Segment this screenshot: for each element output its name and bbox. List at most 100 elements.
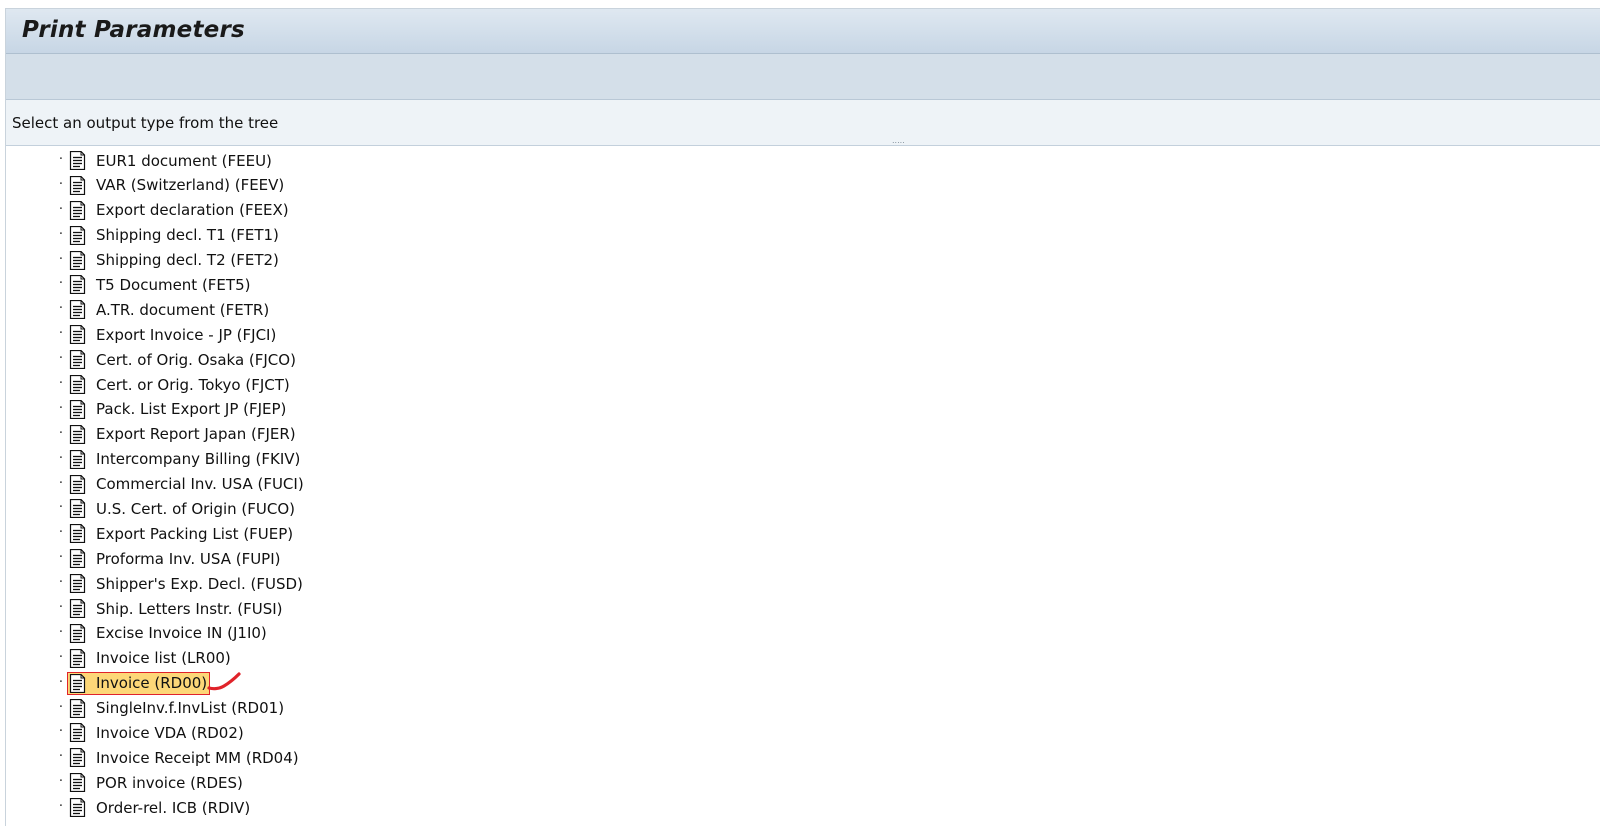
tree-row: · Export declaration (FEEX) [6, 198, 1600, 223]
document-icon [69, 449, 86, 469]
document-icon [69, 648, 86, 668]
tree-node[interactable]: T5 Document (FET5) [67, 273, 253, 296]
tree-node[interactable]: Shipper's Exp. Decl. (FUSD) [67, 572, 306, 595]
tree-node[interactable]: Export Report Japan (FJER) [67, 423, 299, 446]
tree-connector-dot: · [58, 749, 64, 765]
document-icon [69, 574, 86, 594]
tree-node-label: Intercompany Billing (FKIV) [96, 450, 301, 469]
tree-node[interactable]: Order-rel. ICB (RDIV) [67, 796, 253, 819]
tree-node[interactable]: Pack. List Export JP (FJEP) [67, 398, 289, 421]
title-bar: Print Parameters [6, 9, 1600, 54]
tree-node[interactable]: Commercial Inv. USA (FUCI) [67, 473, 307, 496]
tree-node-selected[interactable]: Invoice (RD00) [67, 671, 211, 695]
tree-node-label: Invoice Receipt MM (RD04) [96, 748, 299, 767]
tree-node-label: EUR1 document (FEEU) [96, 151, 272, 170]
tree-node-label: Export Packing List (FUEP) [96, 524, 294, 543]
tree-row: · U.S. Cert. of Origin (FUCO) [6, 496, 1600, 521]
tree-connector-dot: · [58, 201, 64, 217]
tree-connector-dot: · [58, 176, 64, 192]
tree-connector-dot: · [58, 600, 64, 616]
document-icon [69, 175, 86, 195]
tree-connector-dot: · [58, 351, 64, 367]
document-icon [69, 474, 86, 494]
tree-node[interactable]: Invoice Receipt MM (RD04) [67, 746, 302, 769]
tree-node[interactable]: Cert. or Orig. Tokyo (FJCT) [67, 373, 293, 396]
tree-connector-dot: · [58, 251, 64, 267]
tree-node-label: Shipping decl. T1 (FET1) [96, 226, 279, 245]
application-toolbar [6, 54, 1600, 100]
tree-connector-dot: · [58, 376, 64, 392]
tree-node[interactable]: A.TR. document (FETR) [67, 298, 272, 321]
tree-node-label: Pack. List Export JP (FJEP) [96, 400, 287, 419]
tree-node-label: Cert. or Orig. Tokyo (FJCT) [96, 375, 290, 394]
tree-row: · SingleInv.f.InvList (RD01) [6, 696, 1600, 721]
tree-node-label: SingleInv.f.InvList (RD01) [96, 699, 285, 718]
print-parameters-window: Print Parameters Select an output type f… [5, 8, 1600, 826]
tree-row: · POR invoice (RDES) [6, 770, 1600, 795]
tree-node[interactable]: Invoice VDA (RD02) [67, 721, 247, 744]
tree-node[interactable]: Invoice list (LR00) [67, 647, 234, 670]
tree-node[interactable]: Ship. Letters Instr. (FUSI) [67, 597, 286, 620]
tree-node[interactable]: Shipping decl. T2 (FET2) [67, 249, 282, 272]
tree-node[interactable]: Proforma Inv. USA (FUPI) [67, 547, 284, 570]
tree-connector-dot: · [58, 450, 64, 466]
tree-row: · Invoice (RD00) [6, 671, 1600, 696]
tree-connector-dot: · [58, 550, 64, 566]
tree-node[interactable]: Excise Invoice IN (J1I0) [67, 622, 270, 645]
tree-node-label: Export Report Japan (FJER) [96, 425, 296, 444]
tree-row: · Invoice list (LR00) [6, 646, 1600, 671]
tree-node[interactable]: EUR1 document (FEEU) [67, 149, 275, 172]
tree-row: · Intercompany Billing (FKIV) [6, 447, 1600, 472]
tree-node-label: Invoice (RD00) [96, 674, 208, 693]
tree-row: · T5 Document (FET5) [6, 272, 1600, 297]
document-icon [69, 325, 86, 345]
tree-node-label: Invoice VDA (RD02) [96, 723, 244, 742]
tree-node-label: Shipper's Exp. Decl. (FUSD) [96, 574, 303, 593]
tree-node[interactable]: Intercompany Billing (FKIV) [67, 448, 303, 471]
tree-connector-dot: · [58, 575, 64, 591]
tree-row: · Invoice VDA (RD02) [6, 720, 1600, 745]
tree-node-label: Commercial Inv. USA (FUCI) [96, 475, 304, 494]
tree-node-label: Export declaration (FEEX) [96, 201, 289, 220]
tree-node-label: POR invoice (RDES) [96, 773, 243, 792]
tree-node[interactable]: Cert. of Orig. Osaka (FJCO) [67, 348, 299, 371]
tree-node-label: T5 Document (FET5) [96, 275, 251, 294]
tree-node[interactable]: VAR (Switzerland) (FEEV) [67, 174, 287, 197]
document-icon [69, 773, 86, 793]
tree-row: · Shipping decl. T1 (FET1) [6, 223, 1600, 248]
tree-node[interactable]: SingleInv.f.InvList (RD01) [67, 697, 287, 720]
document-icon [69, 424, 86, 444]
document-icon [69, 723, 86, 743]
tree-node[interactable]: Export Packing List (FUEP) [67, 522, 296, 545]
document-icon [69, 499, 86, 519]
tree-connector-dot: · [58, 301, 64, 317]
tree-connector-dot: · [58, 674, 64, 690]
instruction-bar: Select an output type from the tree ....… [6, 100, 1600, 146]
tree-connector-dot: · [58, 724, 64, 740]
tree-row: · A.TR. document (FETR) [6, 297, 1600, 322]
tree-node[interactable]: Export declaration (FEEX) [67, 199, 292, 222]
output-type-tree: · EUR1 document (FEEU) · VAR (Switzerland) … [6, 146, 1600, 820]
tree-node[interactable]: U.S. Cert. of Origin (FUCO) [67, 497, 298, 520]
tree-connector-dot: · [58, 326, 64, 342]
tree-row: · Pack. List Export JP (FJEP) [6, 397, 1600, 422]
tree-connector-dot: · [58, 425, 64, 441]
splitter-grip[interactable]: ..... [892, 137, 905, 145]
document-icon [69, 150, 86, 171]
tree-row: · Ship. Letters Instr. (FUSI) [6, 596, 1600, 621]
tree-node-label: Ship. Letters Instr. (FUSI) [96, 599, 283, 618]
tree-node-label: A.TR. document (FETR) [96, 300, 270, 319]
tree-connector-dot: · [58, 799, 64, 815]
document-icon [69, 250, 86, 270]
document-icon [69, 549, 86, 569]
tree-node[interactable]: POR invoice (RDES) [67, 771, 246, 794]
tree-node-label: Cert. of Orig. Osaka (FJCO) [96, 350, 296, 369]
tree-node-label: Order-rel. ICB (RDIV) [96, 798, 251, 817]
document-icon [69, 225, 86, 245]
tree-node[interactable]: Shipping decl. T1 (FET1) [67, 224, 282, 247]
tree-connector-dot: · [58, 475, 64, 491]
instruction-text: Select an output type from the tree [12, 114, 279, 132]
tree-connector-dot: · [58, 649, 64, 665]
tree-row: · Shipping decl. T2 (FET2) [6, 248, 1600, 273]
tree-node[interactable]: Export Invoice - JP (FJCI) [67, 323, 279, 346]
